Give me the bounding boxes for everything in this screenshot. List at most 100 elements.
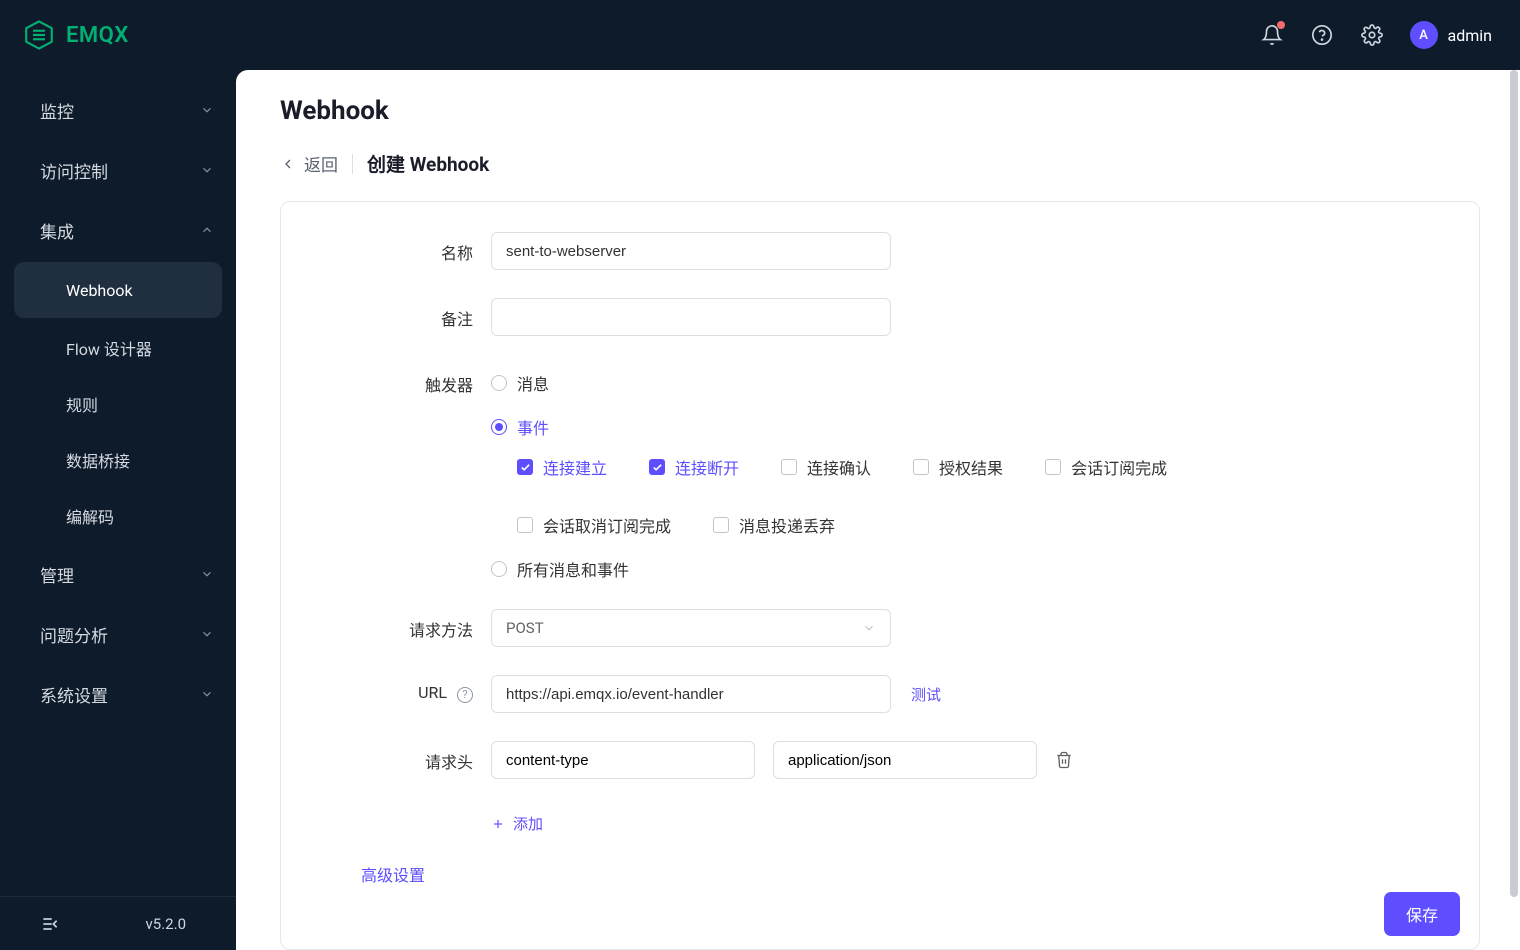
header-row — [491, 741, 1073, 779]
save-button[interactable]: 保存 — [1384, 892, 1460, 936]
event-checkbox[interactable]: 消息投递丢弃 — [713, 513, 835, 537]
url-input[interactable] — [491, 675, 891, 713]
method-label: 请求方法 — [321, 609, 491, 641]
sidebar-item-label: 管理 — [40, 562, 74, 587]
sidebar-item-label: 访问控制 — [40, 158, 108, 183]
checkbox-label: 连接确认 — [807, 455, 871, 479]
separator — [352, 154, 353, 174]
checkbox-icon — [781, 459, 797, 475]
scrollbar[interactable] — [1510, 70, 1518, 950]
trigger-label: 触发器 — [321, 364, 491, 396]
sidebar-item-management[interactable]: 管理 — [0, 544, 236, 604]
checkbox-icon — [517, 459, 533, 475]
checkbox-icon — [913, 459, 929, 475]
radio-label: 所有消息和事件 — [517, 557, 629, 581]
user-name: admin — [1448, 26, 1492, 45]
breadcrumb-title: 创建 Webhook — [367, 150, 489, 177]
brand-logo-icon — [22, 18, 56, 52]
chevron-down-icon — [200, 627, 214, 641]
scrollbar-thumb[interactable] — [1510, 70, 1518, 897]
sidebar-item-label: 集成 — [40, 218, 74, 243]
notification-dot — [1277, 21, 1285, 29]
test-button[interactable]: 测试 — [911, 684, 941, 705]
method-select[interactable]: POST — [491, 609, 891, 647]
version-label: v5.2.0 — [146, 915, 186, 933]
radio-label: 消息 — [517, 371, 549, 395]
sidebar-item-label: 编解码 — [66, 504, 114, 528]
event-checkbox[interactable]: 会话订阅完成 — [1045, 455, 1167, 479]
page-title: Webhook — [280, 96, 1480, 126]
event-checkbox[interactable]: 会话取消订阅完成 — [517, 513, 671, 537]
back-button[interactable]: 返回 — [280, 151, 338, 176]
sidebar-item-bridge[interactable]: 数据桥接 — [0, 432, 236, 488]
brand-name: EMQX — [66, 23, 129, 48]
radio-label: 事件 — [517, 415, 549, 439]
radio-icon — [491, 561, 507, 577]
event-checkbox[interactable]: 连接断开 — [649, 455, 739, 479]
remark-label: 备注 — [321, 298, 491, 330]
radio-icon — [491, 375, 507, 391]
checkbox-label: 连接建立 — [543, 455, 607, 479]
user-menu[interactable]: A admin — [1410, 21, 1492, 49]
trigger-radio-all[interactable]: 所有消息和事件 — [491, 557, 1237, 581]
help-icon[interactable] — [1310, 23, 1334, 47]
sidebar-item-webhook[interactable]: Webhook — [14, 262, 222, 318]
remark-input[interactable] — [491, 298, 891, 336]
select-value: POST — [506, 619, 544, 637]
chevron-down-icon — [200, 687, 214, 701]
checkbox-icon — [649, 459, 665, 475]
checkbox-icon — [1045, 459, 1061, 475]
sidebar-item-label: 规则 — [66, 392, 98, 416]
sidebar-item-label: 数据桥接 — [66, 448, 130, 472]
sidebar-item-label: 系统设置 — [40, 682, 108, 707]
advanced-settings-link[interactable]: 高级设置 — [361, 862, 1439, 886]
name-input[interactable] — [491, 232, 891, 270]
sidebar-item-rules[interactable]: 规则 — [0, 376, 236, 432]
sidebar-item-access[interactable]: 访问控制 — [0, 140, 236, 200]
headers-label: 请求头 — [321, 741, 491, 773]
chevron-left-icon — [280, 156, 296, 172]
notification-icon[interactable] — [1260, 23, 1284, 47]
url-label: URL ? — [321, 675, 491, 703]
collapse-sidebar-icon[interactable] — [40, 914, 60, 934]
chevron-down-icon — [200, 103, 214, 117]
trigger-radio-event[interactable]: 事件 — [491, 415, 1237, 439]
main-content: Webhook 返回 创建 Webhook 名称 备注 — [236, 70, 1520, 950]
sidebar-item-label: 监控 — [40, 98, 74, 123]
name-label: 名称 — [321, 232, 491, 264]
form-card: 名称 备注 触发器 消息 — [280, 201, 1480, 950]
sidebar-item-codec[interactable]: 编解码 — [0, 488, 236, 544]
sidebar-item-settings[interactable]: 系统设置 — [0, 664, 236, 724]
header-value-input[interactable] — [773, 741, 1037, 779]
chevron-down-icon — [200, 163, 214, 177]
brand: EMQX — [22, 18, 129, 52]
chevron-up-icon — [200, 223, 214, 237]
trash-icon[interactable] — [1055, 751, 1073, 769]
header-key-input[interactable] — [491, 741, 755, 779]
question-icon[interactable]: ? — [457, 687, 473, 703]
sidebar-item-integration[interactable]: 集成 — [0, 200, 236, 260]
checkbox-label: 授权结果 — [939, 455, 1003, 479]
checkbox-label: 连接断开 — [675, 455, 739, 479]
add-header-button[interactable]: 添加 — [491, 813, 543, 834]
event-checkbox[interactable]: 连接确认 — [781, 455, 871, 479]
avatar: A — [1410, 21, 1438, 49]
event-checkbox[interactable]: 授权结果 — [913, 455, 1003, 479]
settings-icon[interactable] — [1360, 23, 1384, 47]
sidebar-item-label: Flow 设计器 — [66, 336, 152, 360]
sidebar: 监控 访问控制 集成 Webhook Flow 设计器 规则 数据桥接 — [0, 70, 236, 950]
plus-icon — [491, 817, 505, 831]
sidebar-item-monitor[interactable]: 监控 — [0, 80, 236, 140]
event-checkbox[interactable]: 连接建立 — [517, 455, 607, 479]
checkbox-label: 消息投递丢弃 — [739, 513, 835, 537]
sidebar-item-flow[interactable]: Flow 设计器 — [0, 320, 236, 376]
sidebar-item-diagnose[interactable]: 问题分析 — [0, 604, 236, 664]
add-label: 添加 — [513, 813, 543, 834]
checkbox-label: 会话取消订阅完成 — [543, 513, 671, 537]
radio-icon — [491, 419, 507, 435]
checkbox-icon — [517, 517, 533, 533]
trigger-radio-message[interactable]: 消息 — [491, 371, 1237, 395]
chevron-down-icon — [862, 621, 876, 635]
checkbox-label: 会话订阅完成 — [1071, 455, 1167, 479]
back-label: 返回 — [304, 151, 338, 176]
